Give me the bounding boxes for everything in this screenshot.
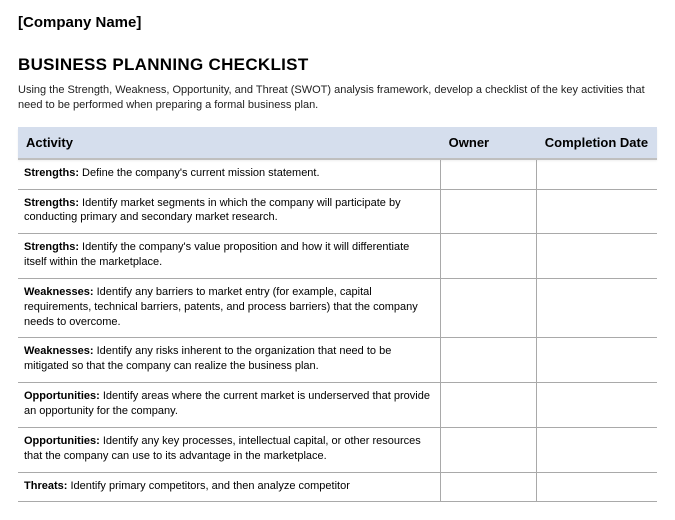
activity-cell: Weaknesses: Identify any risks inherent …	[18, 338, 441, 383]
page-title: BUSINESS PLANNING CHECKLIST	[18, 55, 657, 75]
table-row: Strengths: Define the company's current …	[18, 159, 657, 189]
completion-date-cell[interactable]	[537, 159, 657, 189]
owner-cell[interactable]	[441, 278, 537, 338]
table-row: Weaknesses: Identify any risks inherent …	[18, 338, 657, 383]
col-header-activity: Activity	[18, 127, 441, 159]
activity-cell: Weaknesses: Identify any barriers to mar…	[18, 278, 441, 338]
col-header-completion-date: Completion Date	[537, 127, 657, 159]
table-header-row: Activity Owner Completion Date	[18, 127, 657, 159]
completion-date-cell[interactable]	[537, 338, 657, 383]
activity-category: Threats:	[24, 480, 67, 492]
table-row: Threats: Identify primary competitors, a…	[18, 472, 657, 502]
completion-date-cell[interactable]	[537, 234, 657, 279]
owner-cell[interactable]	[441, 427, 537, 472]
activity-cell: Opportunities: Identify areas where the …	[18, 383, 441, 428]
completion-date-cell[interactable]	[537, 383, 657, 428]
completion-date-cell[interactable]	[537, 189, 657, 234]
table-row: Strengths: Identify market segments in w…	[18, 189, 657, 234]
activity-text: Define the company's current mission sta…	[79, 167, 320, 179]
intro-paragraph: Using the Strength, Weakness, Opportunit…	[18, 83, 648, 113]
completion-date-cell[interactable]	[537, 278, 657, 338]
table-row: Opportunities: Identify any key processe…	[18, 427, 657, 472]
owner-cell[interactable]	[441, 472, 537, 502]
table-body: Strengths: Define the company's current …	[18, 159, 657, 502]
company-name: [Company Name]	[18, 14, 657, 31]
table-row: Opportunities: Identify areas where the …	[18, 383, 657, 428]
activity-cell: Opportunities: Identify any key processe…	[18, 427, 441, 472]
activity-text: Identify primary competitors, and then a…	[67, 480, 349, 492]
activity-cell: Threats: Identify primary competitors, a…	[18, 472, 441, 502]
table-row: Weaknesses: Identify any barriers to mar…	[18, 278, 657, 338]
col-header-owner: Owner	[441, 127, 537, 159]
owner-cell[interactable]	[441, 189, 537, 234]
owner-cell[interactable]	[441, 338, 537, 383]
checklist-table: Activity Owner Completion Date Strengths…	[18, 127, 657, 503]
activity-category: Opportunities:	[24, 435, 100, 447]
activity-text: Identify the company's value proposition…	[24, 241, 409, 268]
completion-date-cell[interactable]	[537, 427, 657, 472]
activity-cell: Strengths: Identify the company's value …	[18, 234, 441, 279]
activity-category: Strengths:	[24, 167, 79, 179]
owner-cell[interactable]	[441, 383, 537, 428]
table-row: Strengths: Identify the company's value …	[18, 234, 657, 279]
activity-category: Opportunities:	[24, 390, 100, 402]
activity-cell: Strengths: Define the company's current …	[18, 159, 441, 189]
activity-text: Identify market segments in which the co…	[24, 197, 401, 224]
owner-cell[interactable]	[441, 159, 537, 189]
activity-cell: Strengths: Identify market segments in w…	[18, 189, 441, 234]
owner-cell[interactable]	[441, 234, 537, 279]
activity-category: Weaknesses:	[24, 286, 94, 298]
completion-date-cell[interactable]	[537, 472, 657, 502]
activity-category: Strengths:	[24, 197, 79, 209]
activity-category: Strengths:	[24, 241, 79, 253]
activity-category: Weaknesses:	[24, 345, 94, 357]
